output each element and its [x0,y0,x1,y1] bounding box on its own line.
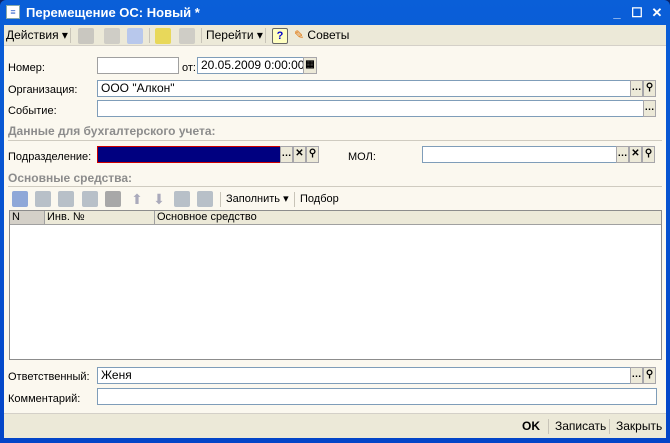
edit-row-icon[interactable] [58,191,74,207]
toolbar: Действия ▾ Перейти ▾ ? ✎ Советы [4,25,666,46]
search-icon[interactable]: ⚲ [306,146,319,163]
move-down-icon[interactable]: ⬇ [151,191,167,207]
clear-icon[interactable]: ✕ [293,146,306,163]
move-up-icon[interactable]: ⬆ [129,191,145,207]
bottom-bar: OK Записать Закрыть [4,413,666,438]
form-body: Действия ▾ Перейти ▾ ? ✎ Советы Номер: о… [4,25,666,438]
post-icon[interactable] [78,28,94,44]
document-icon: ≡ [6,5,20,19]
divider [8,140,662,141]
date-label: от: [182,62,196,74]
add-row-icon[interactable] [12,191,28,207]
end-edit-icon[interactable] [105,191,121,207]
title-bar: ≡ Перемещение ОС: Новый * _ ☐ ✕ [0,0,670,25]
tips-button[interactable]: ✎ Советы [294,27,349,44]
window: ≡ Перемещение ОС: Новый * _ ☐ ✕ Действия… [0,0,670,443]
separator [220,192,221,207]
section-accounting: Данные для бухгалтерского учета: [8,124,216,138]
sort-desc-icon[interactable] [197,191,213,207]
goto-menu[interactable]: Перейти ▾ [206,27,263,44]
separator [265,28,266,43]
assets-table[interactable]: N Инв. № Основное средство [9,210,662,360]
select-button[interactable]: … [630,367,643,384]
comment-input[interactable] [97,388,657,405]
number-label: Номер: [8,62,45,74]
window-title: Перемещение ОС: Новый * [26,5,200,20]
fill-menu[interactable]: Заполнить ▾ [226,191,289,208]
section-assets: Основные средства: [8,171,133,185]
separator [70,28,71,43]
separator [609,419,610,434]
search-icon[interactable]: ⚲ [643,80,656,97]
select-button[interactable]: … [616,146,629,163]
column-header-n[interactable]: N [10,211,45,225]
event-input[interactable] [97,100,644,117]
tips-label: Советы [307,28,350,42]
copy-icon[interactable] [127,28,143,44]
separator [201,28,202,43]
department-input[interactable] [97,146,281,163]
select-button[interactable]: … [643,100,656,117]
refresh-icon[interactable] [104,28,120,44]
separator [149,28,150,43]
maximize-button[interactable]: ☐ [628,4,646,22]
tips-icon: ✎ [294,28,305,42]
select-button[interactable]: … [630,80,643,97]
copy-row-icon[interactable] [35,191,51,207]
save-post-icon[interactable] [155,28,171,44]
close-button[interactable]: Закрыть [616,419,662,433]
unpost-icon[interactable] [179,28,195,44]
department-label: Подразделение: [8,151,92,163]
close-window-button[interactable]: ✕ [648,4,666,22]
column-header-asset[interactable]: Основное средство [155,211,661,225]
event-label: Событие: [8,105,57,117]
search-icon[interactable]: ⚲ [642,146,655,163]
minimize-button[interactable]: _ [608,4,626,22]
organization-input[interactable]: ООО "Алкон" [97,80,631,97]
column-header-inv[interactable]: Инв. № [45,211,155,225]
select-button[interactable]: Подбор [300,191,339,208]
select-button[interactable]: … [280,146,293,163]
number-input[interactable] [97,57,179,74]
search-icon[interactable]: ⚲ [643,367,656,384]
divider [8,186,662,187]
mol-label: МОЛ: [348,151,376,163]
delete-row-icon[interactable] [82,191,98,207]
actions-label: Действия [6,28,59,42]
mol-input[interactable] [422,146,617,163]
date-input[interactable]: 20.05.2009 0:00:00 [197,57,304,74]
ok-button[interactable]: OK [522,419,540,433]
help-icon[interactable]: ? [272,28,288,44]
organization-label: Организация: [8,84,78,96]
actions-menu[interactable]: Действия ▾ [6,27,68,44]
clear-icon[interactable]: ✕ [629,146,642,163]
sort-asc-icon[interactable] [174,191,190,207]
comment-label: Комментарий: [8,393,81,405]
calendar-icon[interactable]: ▦ [303,57,317,74]
save-button[interactable]: Записать [555,419,606,433]
goto-label: Перейти [206,28,254,42]
separator [548,419,549,434]
responsible-input[interactable]: Женя [97,367,631,384]
separator [294,192,295,207]
fill-label: Заполнить [226,193,281,205]
responsible-label: Ответственный: [8,371,90,383]
